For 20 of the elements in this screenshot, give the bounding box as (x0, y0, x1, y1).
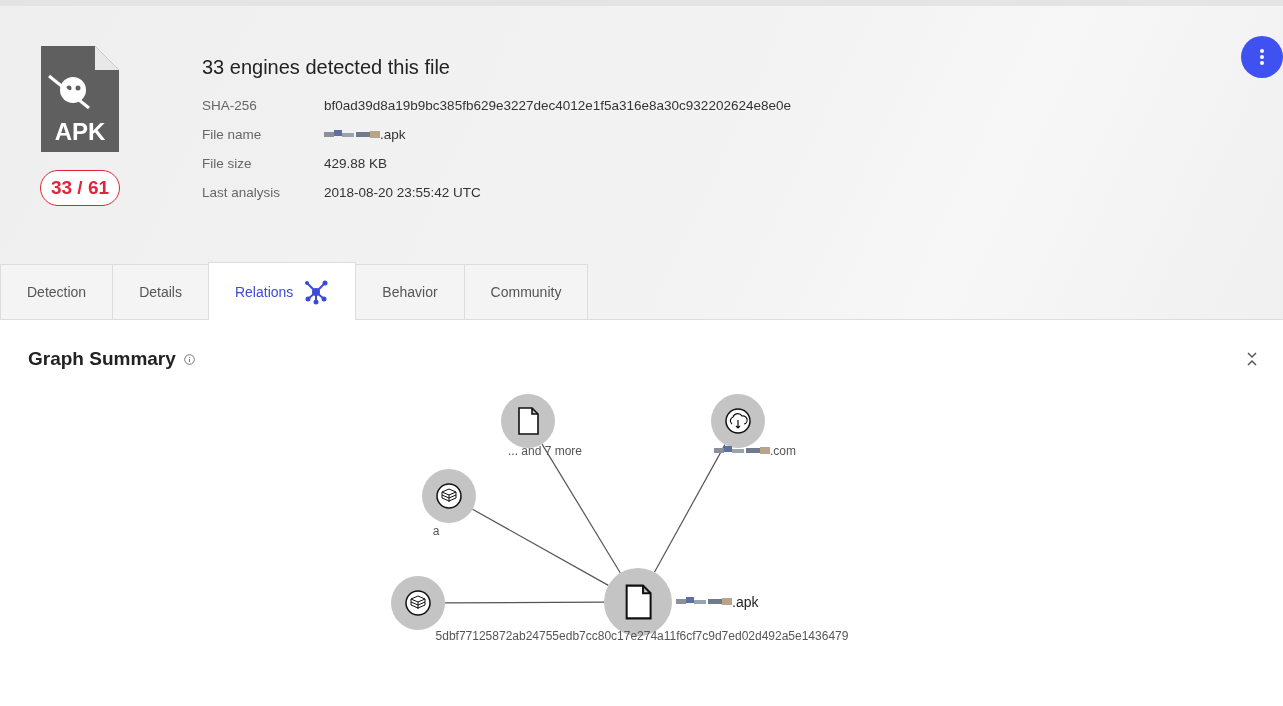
field-value: 2018-08-20 23:55:42 UTC (324, 185, 481, 200)
node-label: 5dbf77125872ab24755edb7cc80c17e274a11f6cf7c9d7ed02d492a5e1436479 (435, 629, 849, 643)
node-label: .apk (732, 594, 759, 610)
field-value: .apk (380, 127, 406, 142)
tab[interactable]: Community (463, 264, 589, 319)
field-label: File size (202, 156, 253, 171)
apk-file-icon: APK (41, 46, 119, 152)
section-title: Graph Summary (28, 348, 176, 370)
field-label: SHA-256 (202, 98, 258, 113)
field-label: File name (202, 127, 263, 142)
field-value: bf0ad39d8a19b9bc385fb629e3227dec4012e1f5a316e8a30c932202624e8e0e (324, 98, 791, 113)
detection-score: 33 / 61 (39, 170, 121, 206)
field-value: 429.88 KB (324, 156, 388, 171)
node-label: .com (770, 444, 796, 458)
tab[interactable]: Relations (207, 262, 357, 320)
detection-title: 33 engines detected this file (202, 56, 451, 79)
tab[interactable]: Details (112, 264, 209, 319)
node-label: a (432, 524, 440, 538)
field-label: Last analysis (202, 185, 282, 200)
tab[interactable]: Detection (0, 264, 114, 319)
